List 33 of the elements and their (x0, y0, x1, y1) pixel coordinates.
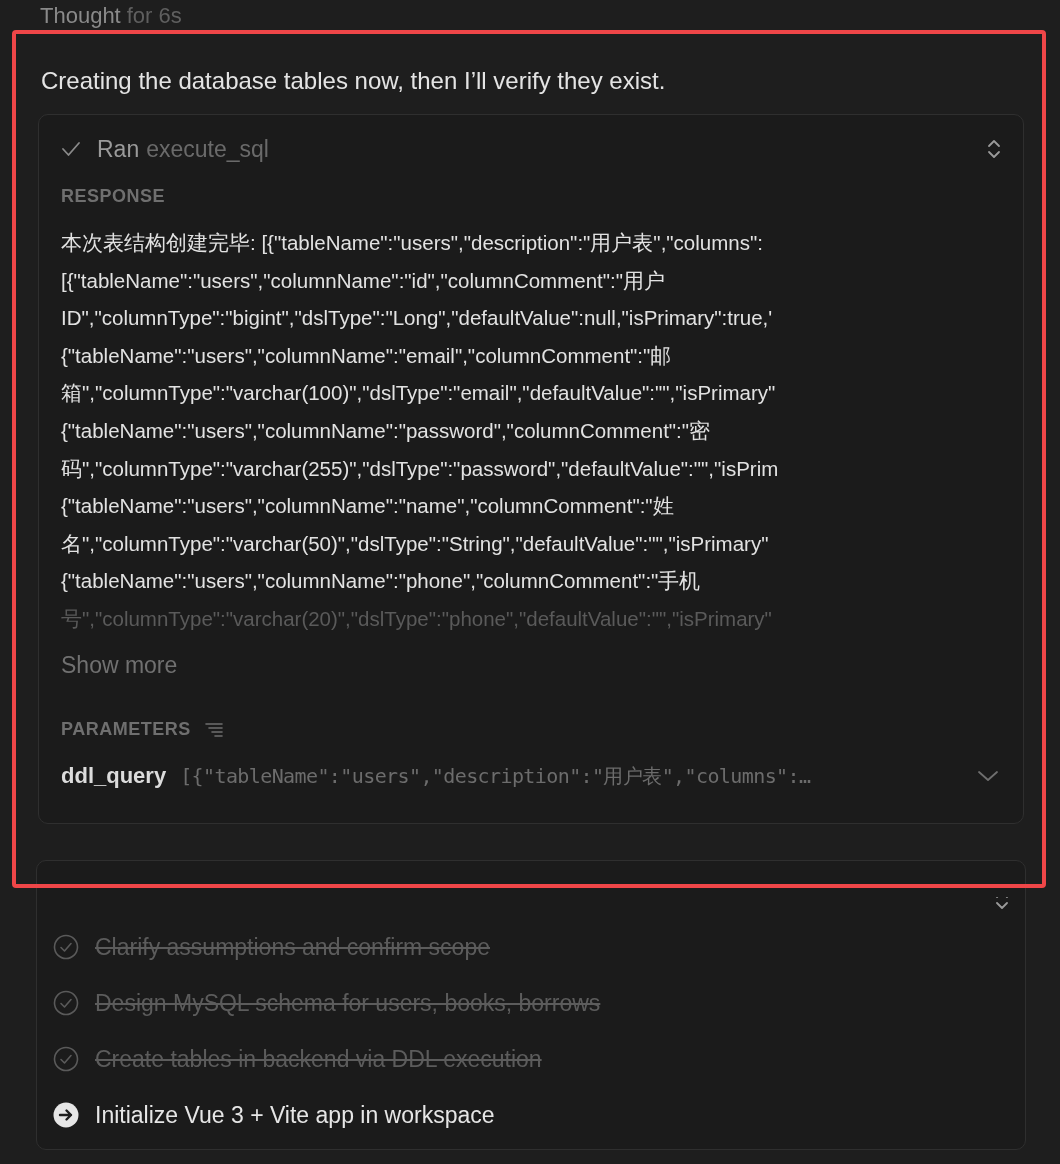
arrow-circle-icon (53, 1102, 79, 1128)
response-text-line: 名","columnType":"varchar(50)","dslType":"String","defaultValue":"","isPrimary" (61, 530, 769, 557)
list-icon[interactable] (204, 721, 223, 738)
parameter-name: ddl_query (61, 762, 167, 791)
check-circle-icon (53, 1046, 79, 1072)
response-text-line: 号","columnType":"varchar(20)","dslType":"phone","defaultValue":"","isPrimary" (61, 605, 772, 632)
response-text-line: 码","columnType":"varchar(255)","dslType":"password","defaultValue":"","isPrim (61, 455, 779, 482)
response-label: RESPONSE (61, 185, 167, 208)
check-circle-icon (53, 934, 79, 960)
response-text-line: 本次表结构创建完毕: [{"tableName":"users","description":"用户表","columns": (61, 230, 763, 256)
response-text-line: {"tableName":"users","columnName":"phone","columnComment":"手机 (61, 568, 701, 595)
assistant-message: Creating the database tables now, then I’ll verify they exist. (40, 66, 667, 96)
todo-item: Initialize Vue 3 + Vite app in workspace (95, 1100, 495, 1130)
tool-call-verb: Ran (97, 134, 140, 164)
todo-item: Clarify assumptions and confirm scope (95, 932, 490, 962)
response-text-line: {"tableName":"users","columnName":"name","columnComment":"姓 (61, 493, 674, 520)
expand-toggle-icon[interactable] (987, 138, 1001, 160)
show-more-link[interactable]: Show more (61, 647, 178, 683)
response-text-line: {"tableName":"users","columnName":"email","columnComment":"邮 (61, 342, 672, 369)
check-icon (61, 140, 81, 158)
response-text-line: 箱","columnType":"varchar(100)","dslType":"email","defaultValue":"","isPrimary" (61, 380, 776, 407)
check-circle-icon (53, 990, 79, 1016)
response-text-line: [{"tableName":"users","columnName":"id","columnComment":"用户 (61, 267, 665, 294)
todo-item: Create tables in backend via DDL execution (95, 1044, 542, 1074)
thought-duration: for 6s (126, 2, 182, 30)
thought-label: Thought (40, 2, 121, 30)
response-text-line: ID","columnType":"bigint","dslType":"Long","defaultValue":null,"isPrimary":true,' (61, 305, 773, 332)
chevron-down-icon[interactable] (977, 769, 999, 782)
todo-item: Design MySQL schema for users, books, borrows (95, 988, 601, 1018)
parameters-label: PARAMETERS (61, 718, 191, 742)
response-text-line: {"tableName":"users","columnName":"password","columnComment":"密 (61, 417, 711, 444)
parameter-value: [{"tableName":"users","description":"用户表","columns":… (180, 762, 811, 790)
tool-name: execute_sql (146, 134, 269, 164)
